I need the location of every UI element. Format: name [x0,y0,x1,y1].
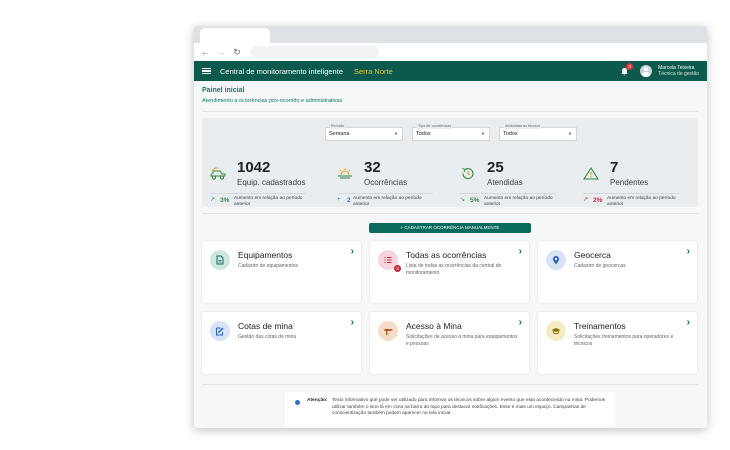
stat-label: Equip. cadastrados [237,178,306,187]
stat-value: 7 [610,159,619,176]
filter-label: Período [330,124,346,129]
app-header: Central de monitoramento inteligente Ser… [194,61,707,81]
menu-icon[interactable] [202,67,211,75]
card-mine-quotas[interactable]: Cotas de mina Gestão das cotas de mina › [202,312,361,374]
card-title: Cotas de mina [238,321,293,331]
attended-icon [462,168,474,180]
trend-value: 2 [347,197,351,204]
warning-icon [583,167,599,180]
filter-value: Todos [416,131,431,137]
browser-tab[interactable] [200,28,270,43]
card-description: Cadastro de equipamentos [238,263,299,269]
notification-button[interactable]: 3 [620,62,634,76]
card-title: Treinamentos [574,321,626,331]
card-title: Todas as ocorrências [406,250,487,260]
card-description: Solicitações treinamentos para operadore… [574,334,674,347]
card-equipments[interactable]: Equipamentos Cadastro de equipamentos › [202,241,361,303]
divider [202,111,699,112]
page-title: Painel inicial [202,87,245,94]
trend-down-icon: ↘ [460,197,466,203]
page-subtitle: Atendimento a ocorrências pós-ocorrido e… [202,98,343,104]
trend-text: Aumento em relação ao período anterior [607,196,676,207]
stat-value: 1042 [237,159,271,176]
card-mine-access[interactable]: Acesso à Mina Solicitações de acesso à m… [370,312,529,374]
arrow-right-icon[interactable]: → [216,47,226,57]
equipment-doc-icon [210,250,230,270]
filter-label: Tipo de ocorrências [417,124,453,129]
region-selector[interactable]: Serra Norte [354,67,393,76]
stat-equipments: 1042 Equip. cadastrados ↗ 3% Aumento em … [210,159,320,207]
equipment-icon [210,167,226,180]
chevron-right-icon: › [518,246,522,257]
address-bar: ← → ↻ [194,43,707,61]
stat-label: Atendidas [487,178,523,187]
occurrence-type-filter[interactable]: Tipo de ocorrências Todos ▼ [412,124,490,141]
trend-value: 3% [220,197,230,204]
caret-down-icon: ▼ [481,131,485,136]
card-description: Lista de todas as ocorrências da central… [406,263,502,276]
stat-attended: 25 Atendidas ↘ 5% Aumento em relação ao … [460,159,570,207]
card-title: Geocerca [574,250,611,260]
notice-label: Atenção: [307,398,328,403]
technician-filter[interactable]: Atribuidas ao técnico Todos ▼ [499,124,577,141]
app-title: Central de monitoramento inteligente [220,66,343,76]
card-description: Gestão das cotas de mina [238,334,297,340]
trend-text: Aumento em relação ao período anterior [353,196,422,207]
url-input[interactable] [251,46,379,58]
avatar[interactable] [640,65,653,77]
stat-occurrences: 32 Ocorrências + 2 Aumento em relação ao… [337,159,447,207]
period-filter[interactable]: Período Semana ▼ [325,124,403,141]
trend-text: Aumento em relação ao período anterior [484,196,553,207]
card-description: Cadastro de geocercas [574,263,626,269]
reload-icon[interactable]: ↻ [232,47,242,57]
occurrence-icon [338,168,352,179]
tab-strip [194,26,707,43]
trend-text: Aumento em relação ao período anterior [234,196,303,207]
arrow-left-icon[interactable]: ← [200,47,210,57]
card-all-occurrences[interactable]: 3 Todas as ocorrências Lista de todas as… [370,241,529,303]
chevron-right-icon: › [686,246,690,257]
notification-badge: 3 [626,62,634,70]
card-title: Equipamentos [238,250,293,260]
caret-down-icon: ▼ [568,131,572,136]
trend-up-icon: ↗ [583,197,589,203]
card-description: Solicitações de acesso à mina para equip… [406,334,518,347]
trend-value: 2% [593,197,603,204]
stat-label: Pendentes [610,178,649,187]
filter-value: Semana [329,131,350,137]
card-geofence[interactable]: Geocerca Cadastro de geocercas › [538,241,697,303]
notice-text: Texto informativo que pode ser utilizado… [332,398,606,416]
user-role: Técnica de gestão [658,71,699,77]
stat-label: Ocorrências [364,178,408,187]
filter-value: Todos [503,131,518,137]
register-occurrence-button[interactable]: + CADASTRAR OCORRÊNCIA MANUALMENTE [369,223,531,233]
chevron-right-icon: › [686,317,690,328]
chevron-right-icon: › [350,317,354,328]
plus-icon: + [337,197,341,203]
chevron-right-icon: › [350,246,354,257]
card-title: Acesso à Mina [406,321,462,331]
location-pin-icon [546,250,566,270]
graduation-cap-icon [546,321,566,341]
stat-value: 25 [487,159,504,176]
trend-up-icon: ↗ [210,197,216,203]
occurrence-badge: 3 [394,265,401,272]
trend-value: 5% [470,197,480,204]
divider [202,213,699,214]
browser-window: ← → ↻ Central de monitoramento inteligen… [194,26,707,428]
hammer-icon [378,321,398,341]
card-trainings[interactable]: Treinamentos Solicitações treinamentos p… [538,312,697,374]
stats-panel: Período Semana ▼ Tipo de ocorrências Tod… [202,118,698,207]
stat-pending: 7 Pendentes ↗ 2% Aumento em relação ao p… [583,159,693,207]
info-dot-icon [295,400,300,405]
user-info[interactable]: Marcela Teixeira Técnica de gestão [658,65,699,77]
stat-value: 32 [364,159,381,176]
edit-doc-icon [210,321,230,341]
notice-box: Atenção: Texto informativo que pode ser … [285,392,615,427]
caret-down-icon: ▼ [394,131,398,136]
filter-label: Atribuidas ao técnico [504,124,542,129]
main-content: Painel inicial Atendimento a ocorrências… [194,81,707,428]
chevron-right-icon: › [518,317,522,328]
divider [202,384,699,385]
